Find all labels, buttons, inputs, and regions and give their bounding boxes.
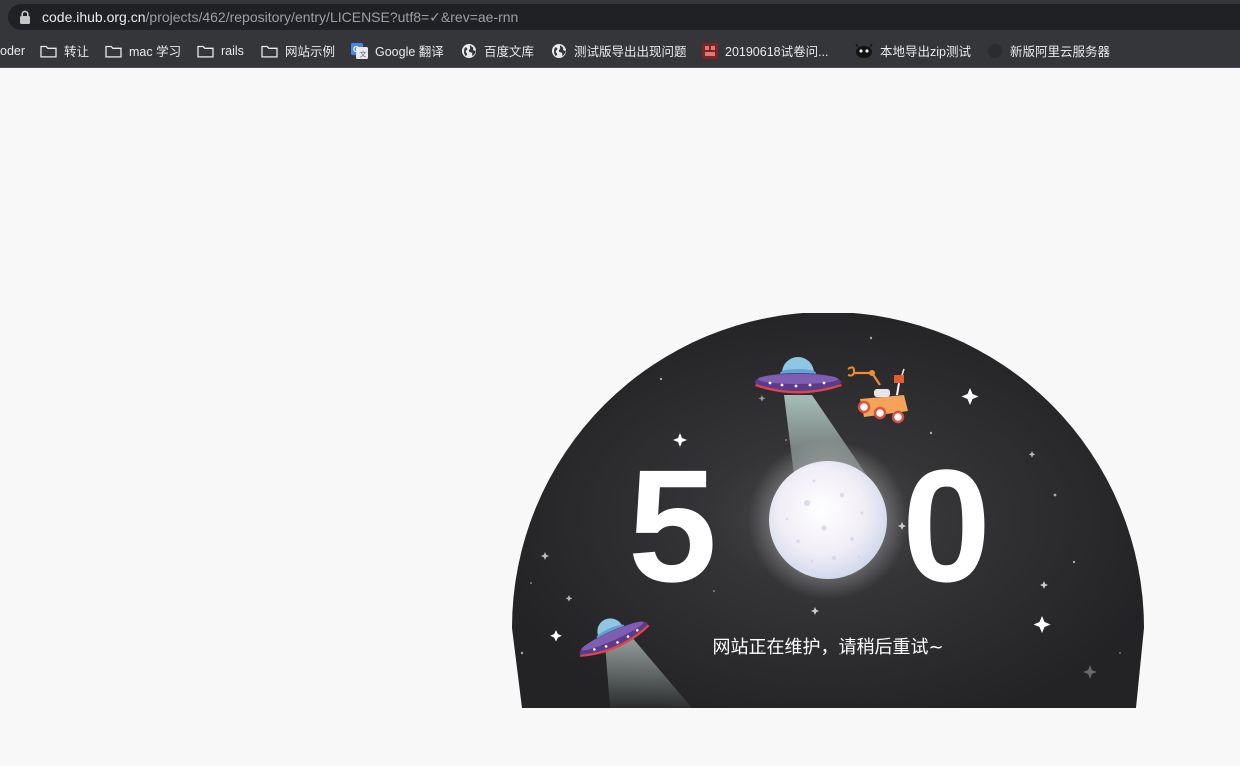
bookmark-folder-transfer[interactable]: 转让 <box>40 34 89 67</box>
address-bar: code.ihub.org.cn/projects/462/repository… <box>0 0 1240 34</box>
url-host: code.ihub.org.cn <box>42 9 146 25</box>
bookmark-label: 本地导出zip测试 <box>880 45 971 59</box>
alien-favicon <box>855 43 873 58</box>
error-code-digit-5: 5 <box>628 436 717 615</box>
error-code-digit-0: 0 <box>902 436 991 615</box>
bookmark-label: 百度文库 <box>484 45 535 59</box>
globe-icon <box>552 43 566 58</box>
bookmark-exam-issue[interactable]: 20190618试卷问... <box>702 34 829 67</box>
google-translate-icon: G 文 <box>351 42 368 59</box>
lock-icon[interactable] <box>19 10 31 24</box>
url-path: /projects/462/repository/entry/LICENSE?u… <box>145 9 519 25</box>
bookmark-baidu-wenku[interactable]: 百度文库 <box>461 34 534 67</box>
bookmark-label: 网站示例 <box>285 45 336 59</box>
bookmark-label: Google 翻译 <box>375 45 444 59</box>
bookmark-aliyun-server[interactable]: 新版阿里云服务器 <box>987 34 1110 67</box>
bookmark-label: 测试版导出出现问题 <box>574 45 687 59</box>
folder-icon <box>261 45 278 58</box>
bookmark-folder-site-examples[interactable]: 网站示例 <box>261 34 335 67</box>
folder-icon <box>197 45 214 58</box>
bookmark-oder[interactable]: oder <box>0 34 25 67</box>
bookmark-folder-rails[interactable]: rails <box>197 34 244 67</box>
maintenance-message: 网站正在维护，请稍后重试~ <box>712 637 944 658</box>
folder-icon <box>105 45 122 58</box>
site-favicon <box>702 42 718 59</box>
bookmark-folder-mac-study[interactable]: mac 学习 <box>105 34 181 67</box>
folder-icon <box>40 45 57 58</box>
svg-text:G: G <box>353 45 359 54</box>
bookmark-google-translate[interactable]: G 文 Google 翻译 <box>351 34 444 67</box>
bookmarks-bar: oder 转让 mac 学习 rails 网站示例 G 文 Google 翻译 … <box>0 34 1240 68</box>
bookmark-label: 新版阿里云服务器 <box>1010 45 1111 59</box>
globe-icon <box>462 43 476 58</box>
bookmark-label: 转让 <box>64 45 90 59</box>
svg-text:文: 文 <box>360 49 367 58</box>
bookmark-local-zip-test[interactable]: 本地导出zip测试 <box>855 34 971 67</box>
bookmark-label: rails <box>221 43 244 58</box>
url-text[interactable]: code.ihub.org.cn/projects/462/repository… <box>42 8 518 26</box>
dark-circle-icon <box>988 43 1002 58</box>
bookmark-label: oder <box>0 43 26 58</box>
bookmark-label: mac 学习 <box>129 45 182 59</box>
bookmark-export-issue[interactable]: 测试版导出出现问题 <box>551 34 687 67</box>
bookmark-label: 20190618试卷问... <box>725 45 829 59</box>
